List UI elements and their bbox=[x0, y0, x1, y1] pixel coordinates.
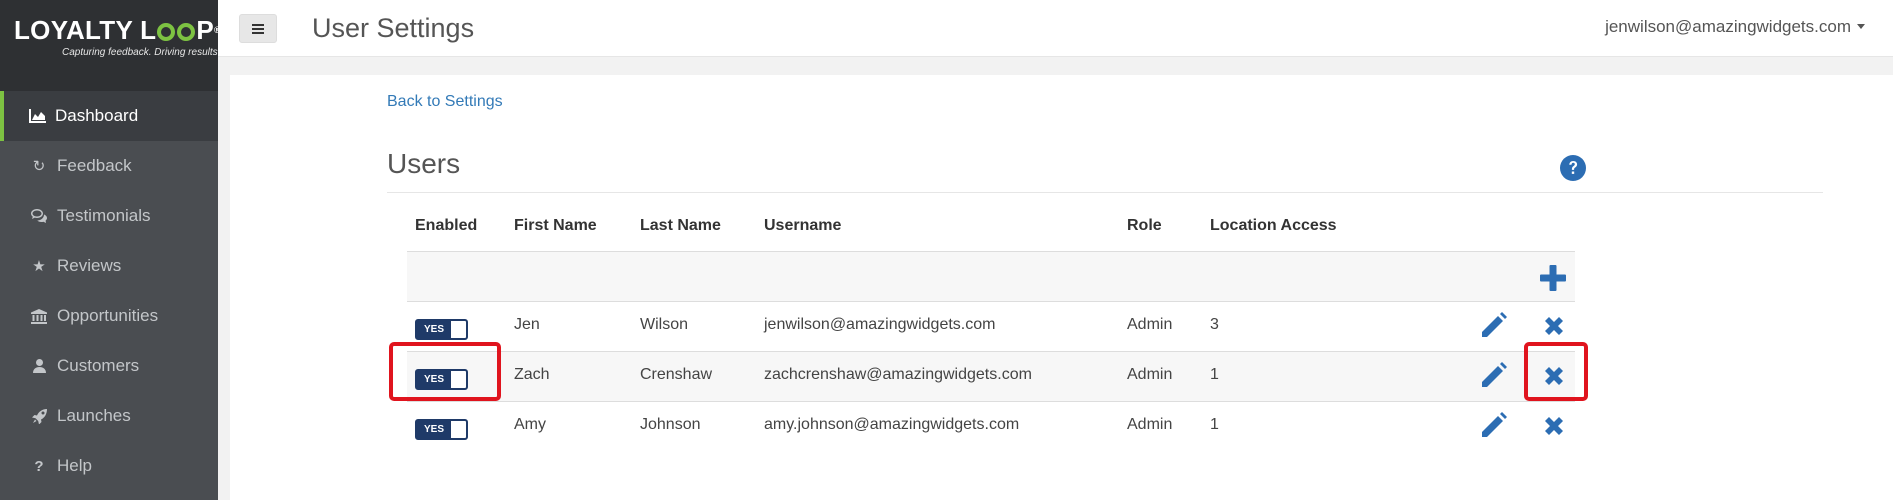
help-button[interactable] bbox=[1560, 155, 1586, 186]
sidebar-item-launches[interactable]: Launches bbox=[0, 391, 218, 441]
pencil-icon bbox=[1482, 312, 1507, 337]
section-title: Users bbox=[387, 148, 461, 179]
brand-name: LOYALTY LP® bbox=[14, 15, 221, 45]
edit-user-button[interactable] bbox=[1479, 312, 1507, 345]
enabled-toggle[interactable]: YES bbox=[415, 319, 468, 340]
caret-down-icon bbox=[1857, 24, 1865, 29]
sidebar-item-label: Opportunities bbox=[57, 306, 159, 325]
brand-logo[interactable]: LOYALTY LP® Capturing feedback. Driving … bbox=[0, 0, 221, 91]
first-name-cell: Amy bbox=[514, 416, 546, 433]
section-divider bbox=[387, 192, 1823, 193]
pencil-icon bbox=[1482, 412, 1507, 437]
pencil-icon bbox=[1482, 362, 1507, 387]
close-icon bbox=[1545, 417, 1563, 435]
role-cell: Admin bbox=[1127, 316, 1173, 333]
sidebar-item-reviews[interactable]: ★ Reviews bbox=[0, 241, 218, 291]
location-access-cell: 1 bbox=[1210, 416, 1219, 433]
plus-icon bbox=[1540, 265, 1566, 291]
column-header-enabled: Enabled bbox=[415, 217, 478, 234]
main-content: Back to Settings Users Enabled First Nam… bbox=[230, 75, 1893, 500]
sidebar-item-help[interactable]: ? Help bbox=[0, 441, 218, 491]
area-chart-icon bbox=[26, 109, 48, 123]
role-cell: Admin bbox=[1127, 366, 1173, 383]
last-name-cell: Johnson bbox=[640, 416, 701, 433]
sidebar-item-feedback[interactable]: ↻ Feedback bbox=[0, 141, 218, 191]
sidebar-item-customers[interactable]: Customers bbox=[0, 341, 218, 391]
star-icon: ★ bbox=[32, 258, 46, 275]
sidebar-item-label: Testimonials bbox=[57, 206, 151, 225]
question-circle-icon bbox=[1560, 155, 1586, 181]
menu-toggle-button[interactable] bbox=[239, 14, 277, 43]
sidebar-item-opportunities[interactable]: Opportunities bbox=[0, 291, 218, 341]
column-header-first-name: First Name bbox=[514, 217, 597, 234]
back-to-settings-link[interactable]: Back to Settings bbox=[387, 93, 503, 111]
table-row: YES Amy Johnson amy.johnson@amazingwidge… bbox=[407, 401, 1575, 451]
comments-icon bbox=[28, 209, 50, 223]
delete-user-button[interactable] bbox=[1543, 315, 1565, 342]
close-icon bbox=[1545, 317, 1563, 335]
sidebar-item-testimonials[interactable]: Testimonials bbox=[0, 191, 218, 241]
column-header-username: Username bbox=[764, 217, 842, 234]
loop-ring-icon bbox=[157, 23, 176, 41]
top-bar: User Settings jenwilson@amazingwidgets.c… bbox=[218, 0, 1893, 57]
last-name-cell: Wilson bbox=[640, 316, 689, 333]
edit-user-button[interactable] bbox=[1479, 412, 1507, 445]
column-header-last-name: Last Name bbox=[640, 217, 721, 234]
sidebar-item-label: Help bbox=[57, 456, 92, 475]
first-name-cell: Jen bbox=[514, 316, 540, 333]
loop-ring-icon bbox=[177, 23, 196, 41]
column-header-location-access: Location Access bbox=[1210, 217, 1337, 234]
user-icon bbox=[28, 359, 50, 373]
location-access-cell: 1 bbox=[1210, 366, 1219, 383]
location-access-cell: 3 bbox=[1210, 316, 1219, 333]
sidebar-item-label: Customers bbox=[57, 356, 140, 375]
username-cell: jenwilson@amazingwidgets.com bbox=[764, 316, 996, 333]
sidebar-item-label: Feedback bbox=[57, 156, 132, 175]
brand-tagline: Capturing feedback. Driving results. bbox=[62, 47, 221, 58]
user-menu[interactable]: jenwilson@amazingwidgets.com bbox=[1605, 17, 1865, 37]
add-user-row bbox=[407, 251, 1575, 301]
user-email: jenwilson@amazingwidgets.com bbox=[1605, 17, 1851, 36]
highlight-enabled-toggle bbox=[389, 342, 501, 401]
table-row: YES Jen Wilson jenwilson@amazingwidgets.… bbox=[407, 301, 1575, 351]
sidebar-item-label: Launches bbox=[57, 406, 131, 425]
first-name-cell: Zach bbox=[514, 366, 550, 383]
username-cell: zachcrenshaw@amazingwidgets.com bbox=[764, 366, 1032, 383]
sidebar-item-label: Reviews bbox=[57, 256, 122, 275]
add-user-button[interactable] bbox=[1540, 265, 1566, 296]
bank-icon bbox=[28, 308, 50, 324]
column-header-role: Role bbox=[1127, 217, 1162, 234]
highlight-delete-button bbox=[1524, 342, 1588, 401]
question-icon: ? bbox=[34, 457, 44, 475]
page-title: User Settings bbox=[312, 13, 475, 43]
role-cell: Admin bbox=[1127, 416, 1173, 433]
enabled-toggle[interactable]: YES bbox=[415, 419, 468, 440]
username-cell: amy.johnson@amazingwidgets.com bbox=[764, 416, 1020, 433]
hamburger-icon bbox=[252, 23, 264, 34]
sidebar: LOYALTY LP® Capturing feedback. Driving … bbox=[0, 0, 221, 500]
sidebar-item-dashboard[interactable]: Dashboard bbox=[0, 91, 218, 141]
sidebar-item-label: Dashboard bbox=[55, 106, 139, 125]
delete-user-button[interactable] bbox=[1543, 415, 1565, 442]
toggle-label: YES bbox=[417, 321, 451, 338]
rocket-icon bbox=[28, 408, 50, 424]
last-name-cell: Crenshaw bbox=[640, 366, 713, 383]
table-row: YES Zach Crenshaw zachcrenshaw@amazingwi… bbox=[407, 351, 1575, 401]
edit-user-button[interactable] bbox=[1479, 362, 1507, 395]
refresh-icon: ↻ bbox=[32, 158, 46, 175]
toggle-label: YES bbox=[417, 421, 451, 438]
